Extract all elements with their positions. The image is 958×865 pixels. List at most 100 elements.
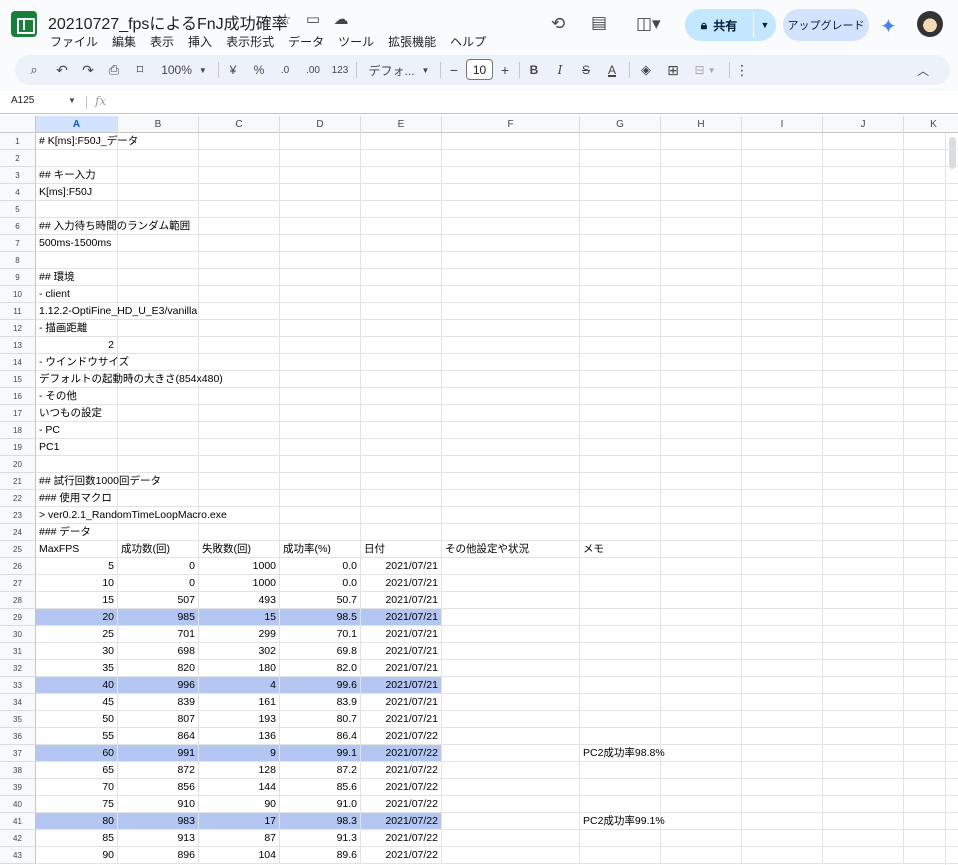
cell[interactable] — [823, 711, 904, 728]
cell[interactable] — [442, 762, 580, 779]
cell[interactable] — [904, 269, 958, 286]
row-header[interactable]: 15 — [0, 371, 36, 388]
cell[interactable]: 99.1 — [280, 745, 361, 762]
cell[interactable] — [823, 609, 904, 626]
cell[interactable]: 17 — [199, 813, 280, 830]
cell[interactable] — [823, 473, 904, 490]
row-header[interactable]: 34 — [0, 694, 36, 711]
cell[interactable] — [442, 677, 580, 694]
cell[interactable]: 2021/07/22 — [361, 813, 442, 830]
cell[interactable] — [904, 694, 958, 711]
cell[interactable] — [580, 371, 661, 388]
cell[interactable]: 2021/07/21 — [361, 626, 442, 643]
cell[interactable]: 75 — [36, 796, 118, 813]
cell[interactable] — [118, 235, 199, 252]
cell[interactable]: 25 — [36, 626, 118, 643]
cell[interactable] — [661, 541, 742, 558]
cell[interactable] — [661, 201, 742, 218]
cell[interactable]: 299 — [199, 626, 280, 643]
cell[interactable] — [580, 269, 661, 286]
cell[interactable] — [823, 201, 904, 218]
cell[interactable]: ## 試行回数1000回データ — [36, 473, 161, 490]
cell[interactable] — [742, 592, 823, 609]
cell[interactable] — [361, 371, 442, 388]
cell[interactable]: 104 — [199, 847, 280, 864]
row-header[interactable]: 10 — [0, 286, 36, 303]
upgrade-button[interactable]: アップグレード — [783, 9, 869, 41]
cell[interactable] — [661, 320, 742, 337]
increase-decimal-button[interactable]: .00 — [301, 55, 325, 85]
cell[interactable]: 4 — [199, 677, 280, 694]
font-select[interactable]: デフォ... ▼ — [363, 55, 435, 85]
cell[interactable]: 69.8 — [280, 643, 361, 660]
cell[interactable]: 55 — [36, 728, 118, 745]
cell[interactable] — [823, 303, 904, 320]
cell[interactable] — [904, 201, 958, 218]
cell[interactable] — [904, 507, 958, 524]
cell[interactable] — [904, 541, 958, 558]
cell[interactable] — [442, 150, 580, 167]
cell[interactable] — [118, 320, 199, 337]
cell[interactable] — [199, 235, 280, 252]
cell[interactable] — [442, 252, 580, 269]
cell[interactable] — [904, 337, 958, 354]
cell[interactable] — [442, 779, 580, 796]
cell[interactable] — [361, 490, 442, 507]
cell[interactable] — [580, 167, 661, 184]
cell[interactable] — [580, 405, 661, 422]
cell[interactable] — [280, 303, 361, 320]
cell[interactable] — [442, 439, 580, 456]
cell[interactable] — [904, 167, 958, 184]
cell[interactable] — [280, 167, 361, 184]
cell[interactable] — [118, 167, 199, 184]
cell[interactable] — [442, 184, 580, 201]
cell[interactable] — [280, 422, 361, 439]
share-main[interactable]: 🔒︎ 共有 — [685, 9, 753, 41]
cell[interactable] — [199, 422, 280, 439]
cell[interactable] — [36, 201, 118, 218]
cell[interactable] — [280, 150, 361, 167]
cell[interactable] — [442, 694, 580, 711]
cell[interactable] — [742, 847, 823, 864]
cell[interactable] — [904, 847, 958, 864]
cell[interactable] — [199, 354, 280, 371]
cell[interactable] — [661, 167, 742, 184]
cell[interactable] — [442, 388, 580, 405]
cell[interactable] — [742, 218, 823, 235]
cell[interactable] — [118, 524, 199, 541]
cell[interactable]: 15 — [36, 592, 118, 609]
cell[interactable] — [118, 439, 199, 456]
row-header[interactable]: 26 — [0, 558, 36, 575]
cell[interactable]: 2021/07/21 — [361, 643, 442, 660]
row-header[interactable]: 14 — [0, 354, 36, 371]
row-header[interactable]: 1 — [0, 133, 36, 150]
cell[interactable] — [361, 354, 442, 371]
cell[interactable] — [661, 286, 742, 303]
cell[interactable] — [661, 422, 742, 439]
cell[interactable]: ## 環境 — [36, 269, 118, 286]
cell[interactable] — [904, 524, 958, 541]
move-folder-icon[interactable]: ▭ — [304, 10, 322, 28]
borders-icon[interactable]: ⊞ — [663, 55, 683, 85]
cell[interactable] — [442, 133, 580, 150]
cell[interactable] — [361, 150, 442, 167]
cell[interactable]: メモ — [580, 541, 661, 558]
row-header[interactable]: 33 — [0, 677, 36, 694]
cell[interactable] — [823, 167, 904, 184]
cell[interactable] — [442, 813, 580, 830]
cell[interactable] — [199, 201, 280, 218]
row-header[interactable]: 3 — [0, 167, 36, 184]
star-icon[interactable]: ☆ — [276, 10, 294, 28]
cell[interactable] — [742, 252, 823, 269]
zoom-select[interactable]: 100% ▼ — [157, 55, 211, 85]
cell[interactable] — [118, 422, 199, 439]
cell[interactable]: 2 — [36, 337, 118, 354]
collapse-menu-icon[interactable]: ︿ — [912, 55, 934, 85]
cell[interactable] — [823, 592, 904, 609]
row-header[interactable]: 31 — [0, 643, 36, 660]
cell[interactable] — [742, 235, 823, 252]
cell[interactable] — [661, 473, 742, 490]
cell[interactable]: 2021/07/21 — [361, 609, 442, 626]
cell[interactable]: 2021/07/22 — [361, 779, 442, 796]
cell[interactable] — [742, 677, 823, 694]
